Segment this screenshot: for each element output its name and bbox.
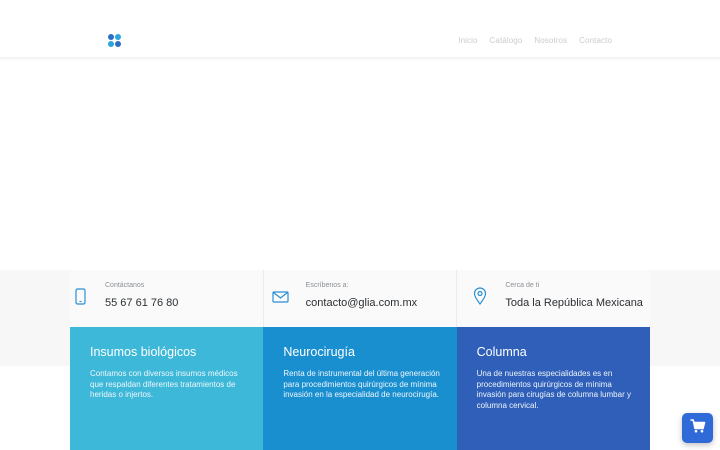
contact-label: Contáctanos xyxy=(105,282,145,289)
main-nav: Inicio Catálogo Nosotros Contacto xyxy=(458,36,612,45)
contact-label: Escríbenos a: xyxy=(305,282,349,289)
contact-item-phone[interactable]: Contáctanos 55 67 61 76 80 xyxy=(70,270,263,327)
nav-item-nosotros[interactable]: Nosotros xyxy=(534,36,567,45)
logo[interactable] xyxy=(108,34,122,48)
contact-value-email: contacto@glia.com.mx xyxy=(305,297,418,309)
service-card-columna[interactable]: Columna Una de nuestras especialidades e… xyxy=(456,327,650,450)
shopping-cart-icon xyxy=(689,418,706,439)
contact-value-phone: 55 67 61 76 80 xyxy=(105,297,179,309)
card-text: Contamos con diversos insumos médicos qu… xyxy=(90,369,238,399)
nav-item-contacto[interactable]: Contacto xyxy=(579,36,612,45)
contact-value-location: Toda la República Mexicana xyxy=(505,297,643,309)
logo-dot xyxy=(115,34,121,40)
cart-button[interactable] xyxy=(682,413,713,443)
card-title: Columna xyxy=(476,345,527,359)
logo-dot xyxy=(115,41,121,47)
hero-area xyxy=(0,57,720,270)
nav-item-inicio[interactable]: Inicio xyxy=(458,36,477,45)
contact-item-location[interactable]: Cerca de ti Toda la República Mexicana xyxy=(456,270,651,327)
mail-icon xyxy=(272,286,294,308)
contact-label: Cerca de ti xyxy=(505,282,540,289)
site-header: Inicio Catálogo Nosotros Contacto xyxy=(0,0,720,57)
card-title: Neurocirugía xyxy=(283,345,355,359)
nav-item-catalogo[interactable]: Catálogo xyxy=(490,36,523,45)
service-card-insumos[interactable]: Insumos biológicos Contamos con diversos… xyxy=(70,327,264,450)
contact-item-email[interactable]: Escríbenos a: contacto@glia.com.mx xyxy=(262,270,457,327)
services-cards: Insumos biológicos Contamos con diversos… xyxy=(70,327,650,450)
logo-dot xyxy=(108,41,114,47)
logo-dot xyxy=(108,34,114,40)
phone-icon xyxy=(74,286,96,308)
card-text: Renta de instrumental del última generac… xyxy=(283,369,440,399)
card-text: Una de nuestras especialidades es en pro… xyxy=(476,369,631,410)
service-card-neurocirugia[interactable]: Neurocirugía Renta de instrumental del ú… xyxy=(263,327,457,450)
location-pin-icon xyxy=(473,286,495,308)
contact-info-row: Contáctanos 55 67 61 76 80 Escríbenos a:… xyxy=(70,270,651,327)
card-title: Insumos biológicos xyxy=(90,345,197,359)
